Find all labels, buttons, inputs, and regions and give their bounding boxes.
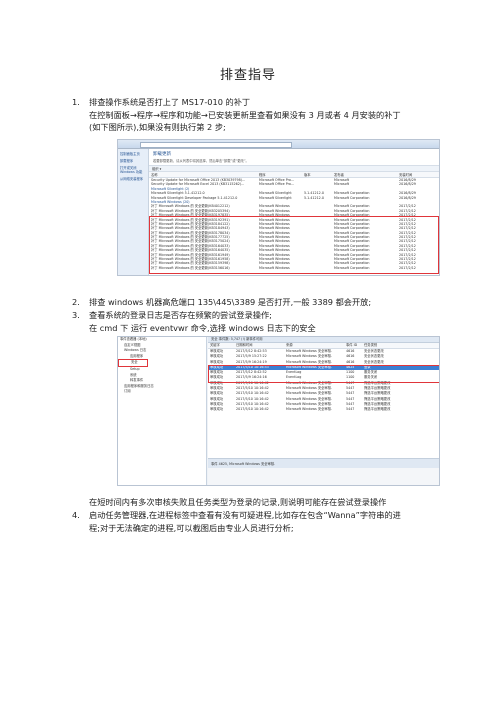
table-cell: 筛选平台策略更改 [364, 407, 391, 412]
table-cell: 5.1.41212.0 [304, 195, 324, 200]
column-keywords[interactable]: 关键字 [208, 343, 236, 348]
control-panel-sidebar: 控制面板主页 卸载程序 打开或关闭 Windows 功能 从网络安装程序 [118, 149, 149, 275]
sidebar-link[interactable]: 控制面板主页 [120, 152, 146, 156]
organize-button[interactable]: 组织 ▾ [149, 167, 161, 171]
sidebar-link[interactable]: 从网络安装程序 [120, 177, 146, 181]
table-cell: 2016/8/29 [399, 195, 416, 200]
tree-item-application[interactable]: 应用程序 [118, 354, 206, 360]
highlight-box [208, 365, 439, 383]
table-cell: Microsoft Office Pro... [259, 182, 295, 187]
organize-toolbar: 组织 ▾ [149, 165, 439, 172]
uninstall-description: 若要卸载更新，请从列表中将其选择，然后单击“卸载”或“更改”。 [153, 159, 249, 163]
column-task-category[interactable]: 任务类别 [364, 343, 404, 348]
table-cell: Microsoft Windows 安全审核. [286, 407, 333, 412]
tree-item-security[interactable]: 安全 [118, 359, 148, 367]
column-event-id[interactable]: 事件 ID [346, 343, 364, 348]
address-bar [118, 140, 439, 149]
event-detail-title: 事件 4625, Microsoft Windows 安全审核. [208, 459, 439, 468]
column-program[interactable]: 程序 [259, 172, 304, 177]
table-cell: Microsoft Corporation [334, 195, 370, 200]
event-viewer-tree: 事件查看器 (本地) 自定义视图 Windows 日志 应用程序 安全 Setu… [118, 337, 207, 485]
item-1-line-2: 在控制面板→程序→程序和功能→已安装更新里查看如果没有 3 月或者 4 月安装的… [89, 109, 401, 120]
table-cell: 5447 [346, 407, 355, 412]
item-2-number: 2. [72, 297, 80, 307]
table-cell: 2017/5/10 10:16:42 [236, 407, 269, 412]
item-4-line-2: 程;对于无法确定的进程,可以截图后由专业人员进行分析; [89, 523, 294, 533]
item-4-number: 4. [72, 510, 80, 520]
sidebar-link[interactable]: 卸载程序 [120, 159, 146, 163]
table-cell [304, 182, 334, 186]
login-attempt-note: 在短时间内有多次审核失败且任务类型为登录的记录,则说明可能存在尝试登录操作 [89, 497, 387, 507]
item-3-number: 3. [72, 310, 80, 320]
table-row[interactable]: Microsoft Silverlight Developer Package … [149, 196, 439, 200]
event-viewer-screenshot: 事件查看器 (本地) 自定义视图 Windows 日志 应用程序 安全 Setu… [117, 336, 440, 486]
column-datetime[interactable]: 日期和时间 [236, 343, 286, 348]
table-row[interactable]: 审核成功 2017/5/10 10:16:42 Microsoft Windows … [208, 407, 439, 412]
item-1-number: 1. [72, 97, 80, 107]
event-detail-pane: 事件 4625, Microsoft Windows 安全审核. [208, 458, 439, 485]
table-cell: Microsoft Silverlight [259, 195, 292, 200]
item-2-line-1: 排查 windows 机器高危端口 135\445\3389 是否打开,一般 3… [89, 297, 372, 307]
installed-updates-screenshot: 控制面板主页 卸载程序 打开或关闭 Windows 功能 从网络安装程序 卸载更… [117, 139, 440, 276]
column-installed-on[interactable]: 安装时间 [399, 172, 439, 177]
column-version[interactable]: 版本 [304, 172, 334, 177]
item-4-line-1: 启动任务管理器,在进程标签中查看有没有可疑进程,比如存在包含“Wanna”字符串… [89, 510, 401, 520]
table-row[interactable]: Security Update for Microsoft Excel 2013… [149, 182, 439, 186]
item-1-line-1: 排查操作系统是否打上了 MS17-010 的补丁 [89, 97, 251, 107]
item-3-line-2: 在 cmd 下 运行 eventvwr 命令,选择 windows 日志下的安全 [89, 323, 316, 333]
column-publisher[interactable]: 发布者 [334, 172, 399, 177]
item-3-line-1: 查看系统的登录日志是否存在频繁的尝试登录操作; [89, 310, 272, 320]
page-title: 排查指导 [219, 68, 276, 83]
table-cell: 2016/8/29 [399, 182, 416, 187]
uninstall-update-heading: 卸载更新 [153, 152, 171, 157]
table-cell: Microsoft [334, 182, 350, 187]
item-1-line-3: (如下图所示),如果没有则执行第 2 步; [89, 122, 226, 132]
tree-item-subscriptions[interactable]: 订阅 [118, 389, 206, 395]
highlight-box [149, 216, 439, 274]
event-list-pane: 安全 事件数: 5,747 (!) 新事件可用 关键字 日期和时间 来源 事件 … [208, 337, 439, 485]
sidebar-link[interactable]: 打开或关闭 Windows 功能 [120, 166, 146, 174]
column-source[interactable]: 来源 [286, 343, 346, 348]
column-name[interactable]: 名称 [149, 172, 259, 177]
table-cell: 审核成功 [210, 407, 224, 412]
